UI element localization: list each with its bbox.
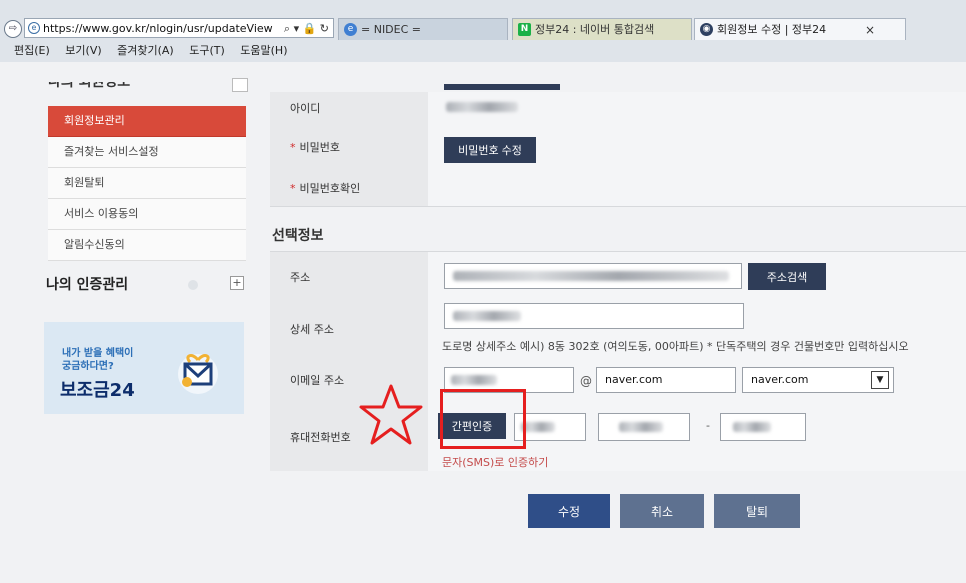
id-row: 아이디	[270, 92, 966, 125]
detail-address-input[interactable]	[444, 303, 744, 329]
sidebar-item-notification-consent[interactable]: 알림수신동의	[48, 230, 246, 261]
detail-address-label: 상세 주소	[270, 301, 428, 357]
email-at: @	[580, 374, 592, 388]
menu-tools[interactable]: 도구(T)	[189, 44, 225, 57]
detail-address-redacted	[453, 311, 521, 321]
chevron-down-icon[interactable]: ▼	[871, 371, 889, 389]
sidebar-item-service-consent[interactable]: 서비스 이용동의	[48, 199, 246, 230]
change-password-button[interactable]: 비밀번호 수정	[444, 137, 536, 163]
sidebar-item-withdrawal[interactable]: 회원탈퇴	[48, 168, 246, 199]
banner-line-2: 궁금하다면?	[62, 361, 114, 372]
phone-label-text: 휴대전화번호	[290, 431, 351, 444]
sidebar-heading-toggle[interactable]	[232, 78, 248, 92]
sidebar-item-favorite-services[interactable]: 즐겨찾는 서비스설정	[48, 137, 246, 168]
naver-icon: N	[518, 23, 531, 36]
password-confirm-label: * 비밀번호확인	[270, 170, 428, 206]
password-confirm-label-text: 비밀번호확인	[299, 182, 361, 195]
password-label: * 비밀번호	[270, 124, 428, 170]
detail-address-label-text: 상세 주소	[290, 323, 334, 336]
submit-button[interactable]: 수정	[528, 494, 610, 528]
sms-auth-link[interactable]: 문자(SMS)로 인증하기	[442, 454, 548, 470]
address-row: 주소 주소검색	[270, 251, 966, 303]
menu-help[interactable]: 도움말(H)	[240, 44, 287, 57]
id-label: 아이디	[270, 92, 428, 124]
phone-separator: -	[706, 419, 710, 432]
subsidy24-banner[interactable]: 내가 받을 혜택이 궁금하다면? 보조금24	[44, 322, 244, 414]
id-label-text: 아이디	[290, 102, 321, 115]
banner-logo: 보조금24	[60, 380, 135, 401]
page: 나의 회원정보 회원정보관리 즐겨찾는 서비스설정 회원탈퇴 서비스 이용동의 …	[0, 62, 966, 583]
cancel-button[interactable]: 취소	[620, 494, 704, 528]
phone-last-redacted	[733, 422, 771, 432]
tab-label: = NIDEC =	[361, 23, 422, 36]
gift-envelope-icon	[178, 354, 218, 394]
tab-nidec[interactable]: e = NIDEC =	[338, 18, 508, 40]
id-value-cell	[428, 92, 966, 124]
required-mark: *	[290, 140, 296, 154]
sidebar-item-member-management[interactable]: 회원정보관리	[48, 106, 246, 137]
sidebar-menu: 회원정보관리 즐겨찾는 서비스설정 회원탈퇴 서비스 이용동의 알림수신동의	[48, 106, 246, 261]
menu-favorites[interactable]: 즐겨찾기(A)	[117, 44, 174, 57]
address-value-cell: 주소검색	[428, 252, 966, 302]
address-bar[interactable]: e https://www.gov.kr/nlogin/usr/updateVi…	[24, 18, 334, 38]
tab-label: 정부24 : 네이버 통합검색	[535, 23, 655, 36]
back-forward-icon[interactable]: ⇨	[4, 20, 22, 38]
tab-member-info[interactable]: ◉ 회원정보 수정 | 정부24 ×	[694, 18, 906, 40]
optional-info-title: 선택정보	[272, 228, 324, 244]
password-confirm-value-cell	[428, 170, 966, 206]
phone-middle-redacted	[619, 422, 663, 432]
gov24-icon: ◉	[700, 23, 713, 36]
phone-middle-input[interactable]	[598, 413, 690, 441]
star-annotation-icon	[359, 384, 423, 445]
required-mark: *	[290, 181, 296, 195]
tab-naver-search[interactable]: N 정부24 : 네이버 통합검색	[512, 18, 692, 40]
close-tab-icon[interactable]: ×	[865, 19, 875, 40]
password-confirm-row: * 비밀번호확인	[270, 170, 966, 207]
address-value-redacted	[453, 271, 729, 281]
password-label-text: 비밀번호	[299, 141, 340, 154]
menu-bar: 편집(E) 보기(V) 즐겨찾기(A) 도구(T) 도움말(H)	[0, 42, 966, 60]
ie-icon: e	[344, 23, 357, 36]
email-label-text: 이메일 주소	[290, 374, 345, 387]
phone-prefix-redacted	[521, 422, 555, 432]
menu-edit[interactable]: 편집(E)	[14, 44, 50, 57]
cut-top-button	[444, 84, 560, 90]
password-row: * 비밀번호 비밀번호 수정	[270, 124, 966, 171]
auth-status-icon	[188, 280, 198, 290]
browser-chrome: ⇨ e https://www.gov.kr/nlogin/usr/update…	[0, 0, 966, 62]
email-id-redacted	[451, 375, 497, 385]
email-domain-input[interactable]: naver.com	[596, 367, 736, 393]
url-text: https://www.gov.kr/nlogin/usr/updateView	[43, 22, 273, 35]
address-actions-icon[interactable]: ⌕ ▾ 🔒 ↻	[284, 19, 329, 37]
tab-label: 회원정보 수정 | 정부24	[717, 23, 827, 36]
withdraw-button[interactable]: 탈퇴	[714, 494, 800, 528]
detail-address-hint: 도로명 상세주소 예시) 8동 302호 (여의도동, 00아파트) * 단독주…	[442, 340, 909, 353]
expand-plus-icon[interactable]: +	[230, 276, 244, 290]
address-label-text: 주소	[290, 271, 311, 284]
address-input[interactable]	[444, 263, 742, 289]
site-icon: e	[28, 22, 40, 34]
auth-management-title[interactable]: 나의 인증관리	[46, 274, 128, 294]
address-row: ⇨ e https://www.gov.kr/nlogin/usr/update…	[0, 8, 966, 40]
address-label: 주소	[270, 252, 428, 302]
phone-last-input[interactable]	[720, 413, 806, 441]
password-value-cell: 비밀번호 수정	[428, 124, 966, 170]
sidebar-heading: 나의 회원정보	[48, 82, 131, 90]
id-value-redacted	[446, 102, 518, 112]
highlight-annotation	[440, 389, 526, 449]
email-domain-select[interactable]: naver.com ▼	[742, 367, 894, 393]
address-search-button[interactable]: 주소검색	[748, 263, 826, 290]
menu-view[interactable]: 보기(V)	[65, 44, 101, 57]
email-domain-select-value: naver.com	[751, 373, 809, 386]
